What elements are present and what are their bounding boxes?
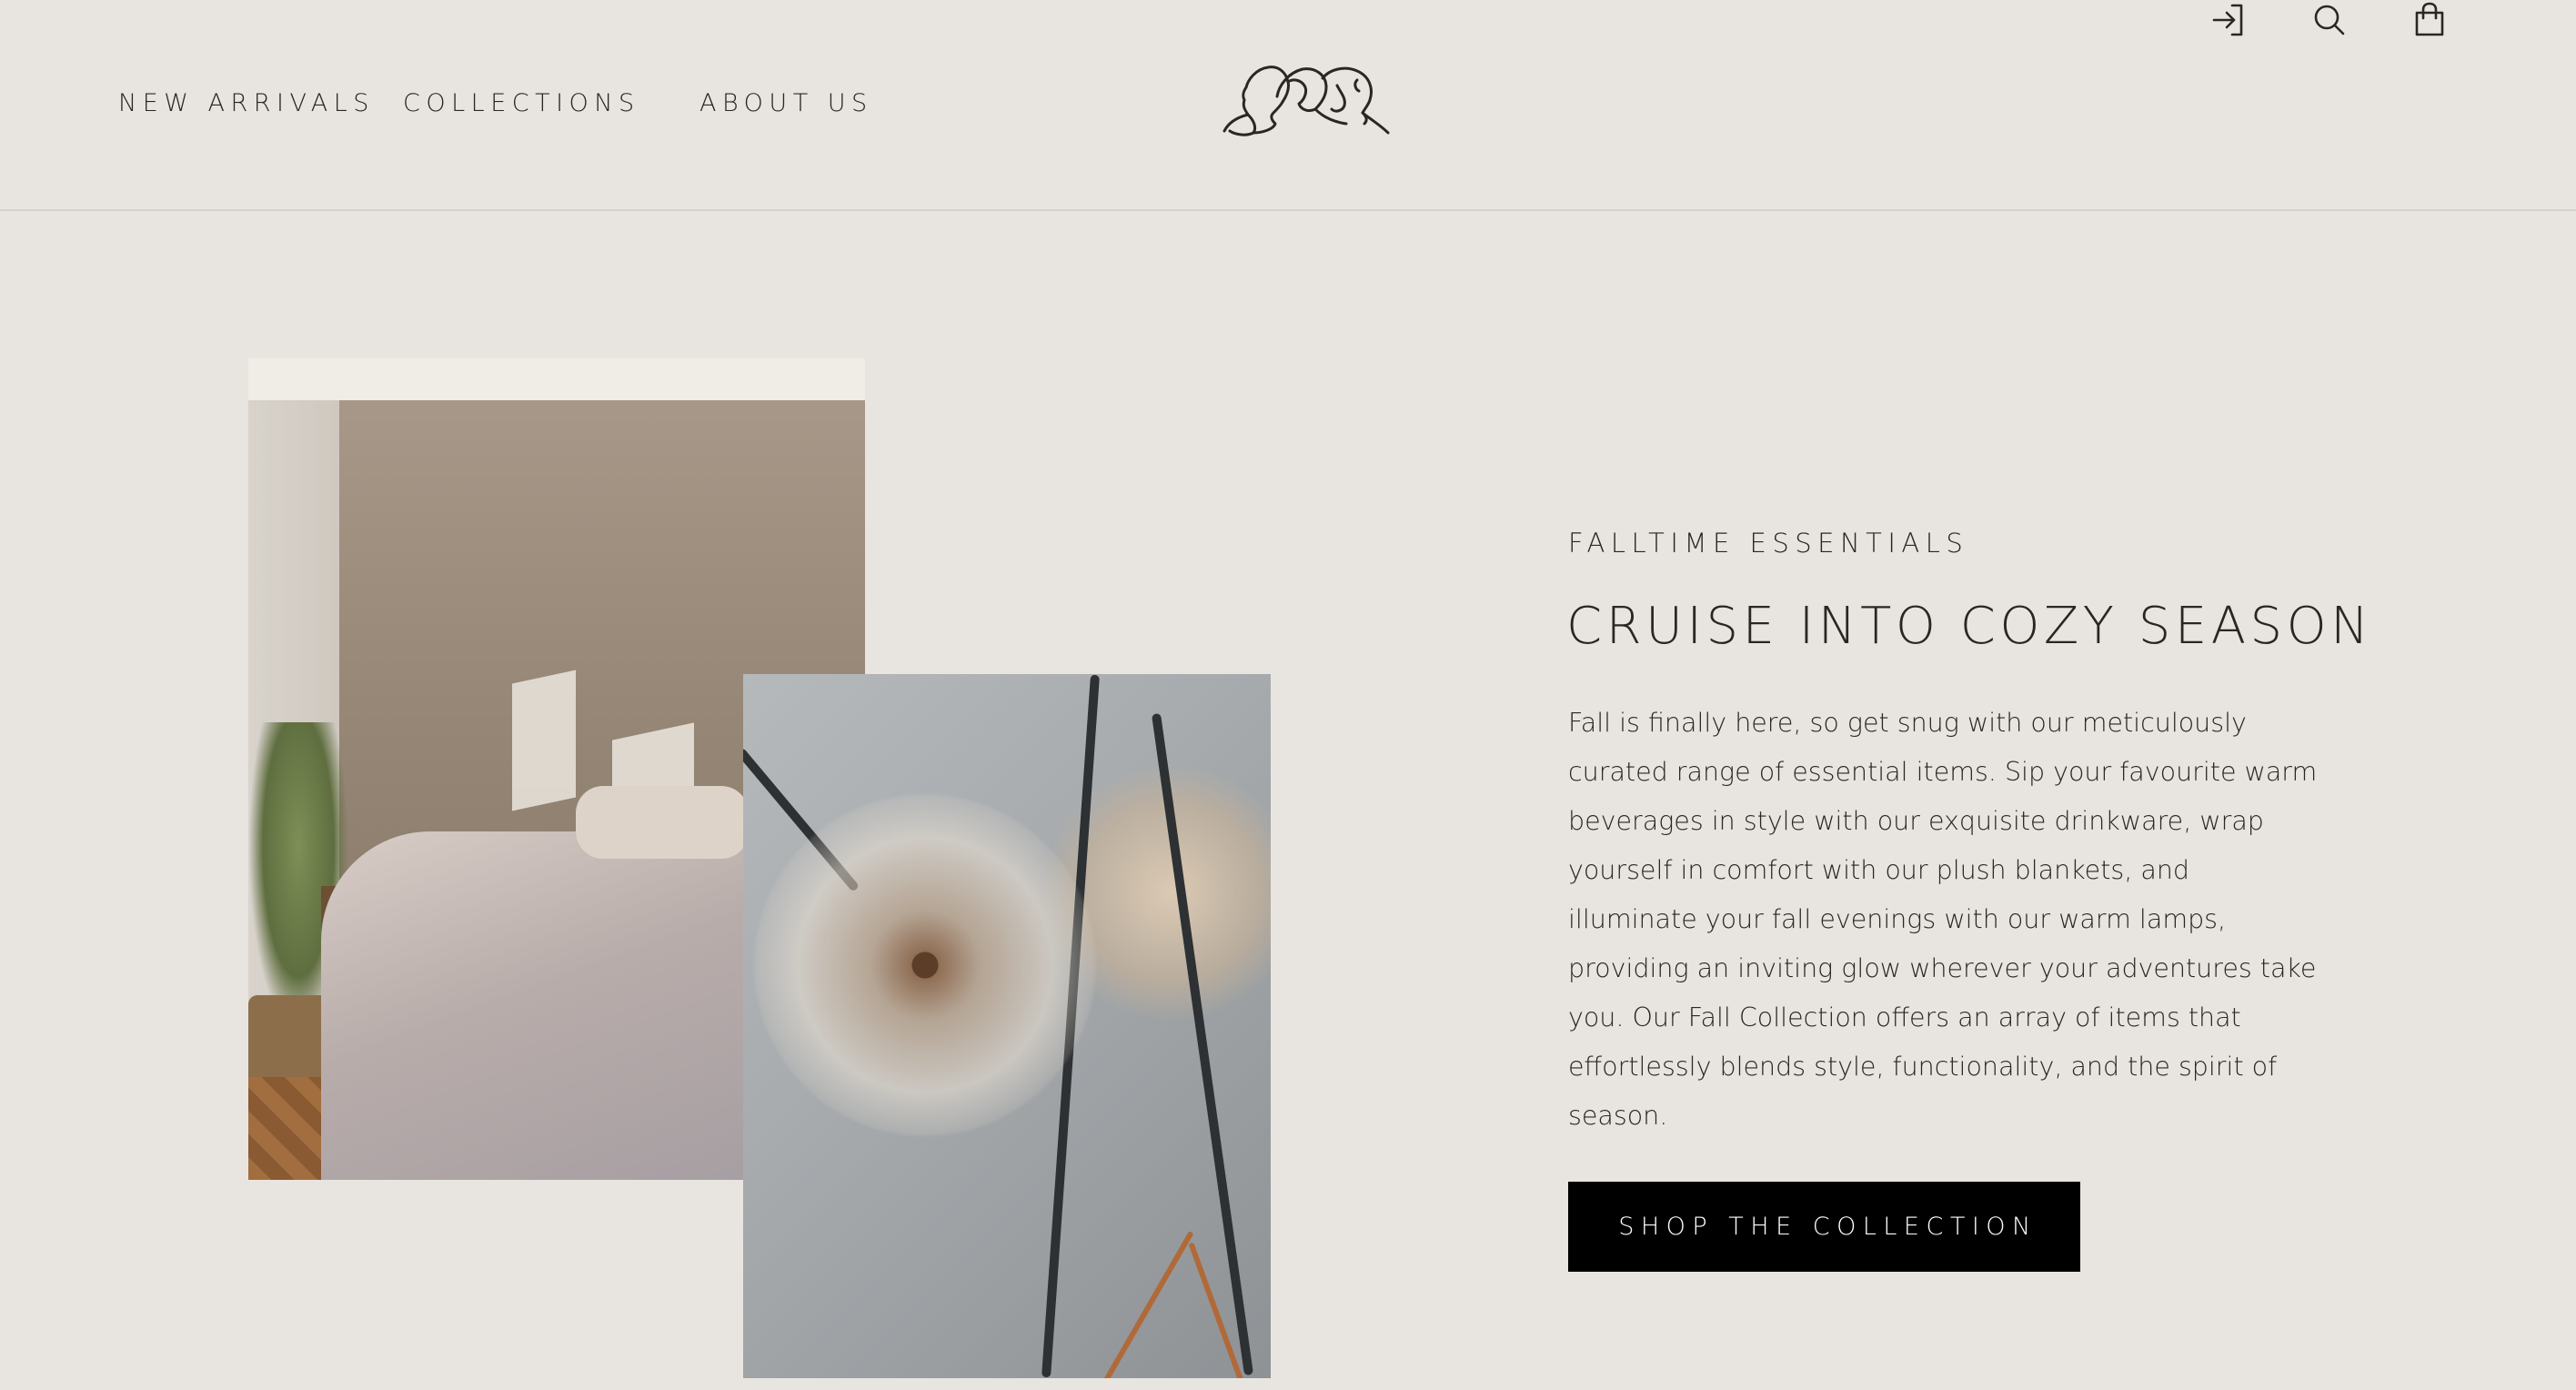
sunlight-patch: [512, 670, 576, 811]
hero-eyebrow: FALLTIME ESSENTIALS: [1568, 528, 1969, 559]
dandelion-photo: [743, 674, 1271, 1378]
login-icon[interactable]: [2209, 0, 2249, 40]
shopping-bag-icon[interactable]: [2410, 0, 2450, 40]
pillow: [576, 786, 749, 859]
hero-body-text: Fall is finally here, so get snug with o…: [1568, 708, 2318, 1131]
hero-headline: CRUISE INTO COZY SEASON: [1566, 597, 2373, 656]
dried-stem: [1098, 1230, 1194, 1378]
nav-new-arrivals[interactable]: NEW ARRIVALS: [118, 89, 375, 117]
search-icon[interactable]: [2309, 0, 2350, 40]
site-header: NEW ARRIVALS COLLECTIONS ABOUT US: [0, 0, 2576, 211]
dandelion-seedhead: [752, 792, 1098, 1138]
shop-collection-button[interactable]: SHOP THE COLLECTION: [1568, 1182, 2080, 1272]
nav-collections[interactable]: COLLECTIONS: [403, 89, 640, 117]
nav-about-us[interactable]: ABOUT US: [699, 89, 873, 117]
brand-logo[interactable]: [1221, 60, 1390, 136]
